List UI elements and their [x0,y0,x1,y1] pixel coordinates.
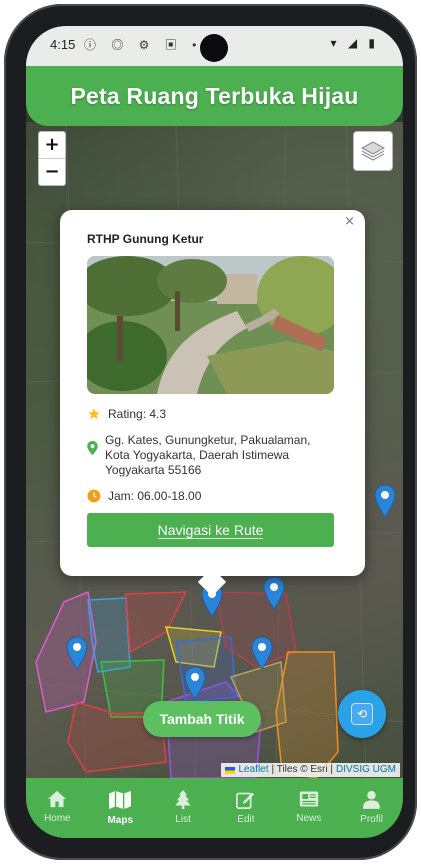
nav-label-home: Home [44,813,71,824]
nav-label-news: News [296,813,322,824]
rating-text: Rating: 4.3 [108,407,167,421]
location-pin-icon [87,441,98,455]
nav-item-list[interactable]: List [152,778,215,838]
status-time: 4:15 [50,37,76,52]
nav-item-news[interactable]: News [277,778,340,838]
home-icon [48,790,67,808]
app-header: Peta Ruang Terbuka Hijau [26,66,403,126]
map-pin-marker[interactable] [251,636,273,670]
hours-text: Jam: 06.00-18.00 [108,489,202,503]
address-text: Gg. Kates, Gunungketur, Pakualaman, Kota… [105,433,311,477]
zoom-in-button[interactable]: + [39,132,65,158]
divsig-link[interactable]: DIVSIG UGM [336,763,396,777]
nav-label-profil: Profil [360,814,383,825]
bottom-navigation: Home Maps List Edit News Profil [26,778,403,838]
star-icon [87,407,101,421]
add-point-button[interactable]: Tambah Titik [143,701,261,737]
nav-item-home[interactable]: Home [26,778,89,838]
status-notification-icons: ⓘ ◎ ⚙ ▣ • [84,38,203,52]
rating-row: Rating: 4.3 [87,407,166,421]
popup-title: RTHP Gunung Ketur [87,232,204,246]
clock-icon [87,489,101,503]
hours-row: Jam: 06.00-18.00 [87,489,201,503]
user-icon [363,791,381,809]
garden-photo-illustration [87,256,334,394]
leaflet-link[interactable]: Leaflet [238,763,268,777]
place-popup: × RTHP Gunung Ketur Rating: 4.3 Gg. Kate… [60,210,365,597]
zoom-control: + − [38,131,66,186]
layers-button[interactable] [353,131,393,171]
layers-icon [360,141,386,161]
nav-label-list: List [175,814,191,825]
nav-item-edit[interactable]: Edit [214,778,277,838]
edit-icon [236,792,255,809]
tree-icon [175,790,191,809]
map-pin-marker[interactable] [184,666,206,700]
phone-frame: 4:15 ⓘ ◎ ⚙ ▣ • ▾ ◢ ▮ Peta Ruang Terbuka … [4,4,417,860]
tiles-text: | Tiles © Esri | [271,764,333,775]
ukraine-flag-icon [225,766,236,774]
map-pin-marker[interactable] [374,484,396,518]
nav-item-profil[interactable]: Profil [340,778,403,838]
address-row: Gg. Kates, Gunungketur, Pakualaman, Kota… [87,433,317,478]
map-attribution: Leaflet | Tiles © Esri | DIVSIG UGM [221,763,400,777]
map-pin-marker[interactable] [263,576,285,610]
zoom-out-button[interactable]: − [39,158,65,185]
nav-label-maps: Maps [107,815,134,826]
nav-item-maps[interactable]: Maps [89,778,152,838]
navigate-route-label: Navigasi ke Rute [157,521,264,539]
screen: 4:15 ⓘ ◎ ⚙ ▣ • ▾ ◢ ▮ Peta Ruang Terbuka … [26,26,403,838]
map-pin-marker[interactable] [66,636,88,670]
nav-label-edit: Edit [237,814,255,825]
camera-cutout [200,34,228,62]
newspaper-icon [299,791,318,807]
navigate-route-button[interactable]: Navigasi ke Rute [87,513,334,547]
popup-close-button[interactable]: × [344,214,355,229]
refresh-fab[interactable]: ⟲ [338,690,386,738]
refresh-icon: ⟲ [351,703,373,725]
page-title: Peta Ruang Terbuka Hijau [70,82,359,109]
status-system-icons: ▾ ◢ ▮ [330,36,379,50]
map-icon [109,790,132,810]
place-photo [87,256,334,394]
